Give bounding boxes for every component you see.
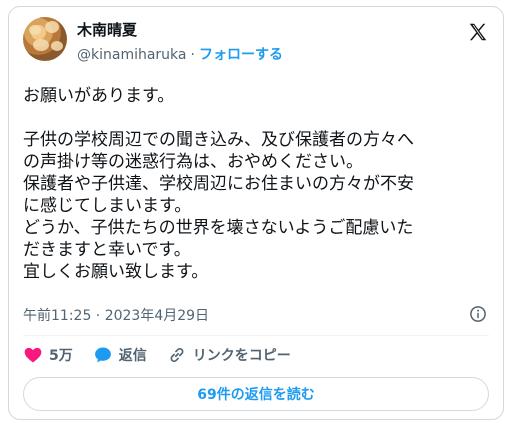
like-button[interactable]: 5万: [23, 345, 73, 365]
read-replies-button[interactable]: 69件の返信を読む: [23, 377, 489, 411]
tweet-text: お願いがあります。 子供の学校周辺での聞き込み、及び保護者の方々へ の声掛け等の…: [23, 85, 493, 283]
reply-bubble-icon: [94, 347, 111, 363]
info-icon[interactable]: [469, 305, 487, 323]
reply-button[interactable]: 返信: [93, 345, 147, 365]
avatar[interactable]: [23, 17, 67, 61]
author-handle-row: @kinamiharuka · フォローする: [77, 44, 283, 64]
copy-link-button[interactable]: リンクをコピー: [167, 345, 291, 365]
x-logo-icon[interactable]: [467, 21, 489, 43]
author-display-name[interactable]: 木南晴夏: [77, 19, 137, 40]
tweet-card: 木南晴夏 @kinamiharuka · フォローする お願いがあります。 子供の学…: [8, 6, 504, 420]
tweet-line: 宜しくお願い致します。: [23, 262, 209, 282]
heart-icon: [24, 347, 42, 363]
tweet-line: どうか、子供たちの世界を壊さないようご配慮いた: [23, 218, 414, 238]
separator: ·: [190, 47, 195, 63]
like-count: 5万: [49, 348, 73, 364]
follow-button[interactable]: フォローする: [199, 47, 283, 63]
tweet-line: だきますと幸いです。: [23, 240, 191, 260]
tweet-line: の声掛け等の迷惑行為は、おやめください。: [23, 152, 363, 172]
tweet-line: 子供の学校周辺での聞き込み、及び保護者の方々へ: [23, 130, 414, 150]
tweet-line: に感じてしまいます。: [23, 196, 192, 216]
reply-label: 返信: [118, 348, 147, 364]
divider: [23, 335, 489, 336]
link-icon: [170, 347, 184, 363]
tweet-line: [23, 107, 493, 129]
action-bar: 5万 返信 リンクをコピー: [23, 345, 291, 365]
author-handle[interactable]: @kinamiharuka: [77, 47, 187, 63]
tweet-line: 保護者や子供達、学校周辺にお住まいの方々が不安: [23, 174, 414, 194]
tweet-line: お願いがあります。: [23, 86, 175, 106]
tweet-timestamp[interactable]: 午前11:25 · 2023年4月29日: [23, 305, 209, 325]
copy-link-label: リンクをコピー: [192, 348, 291, 364]
